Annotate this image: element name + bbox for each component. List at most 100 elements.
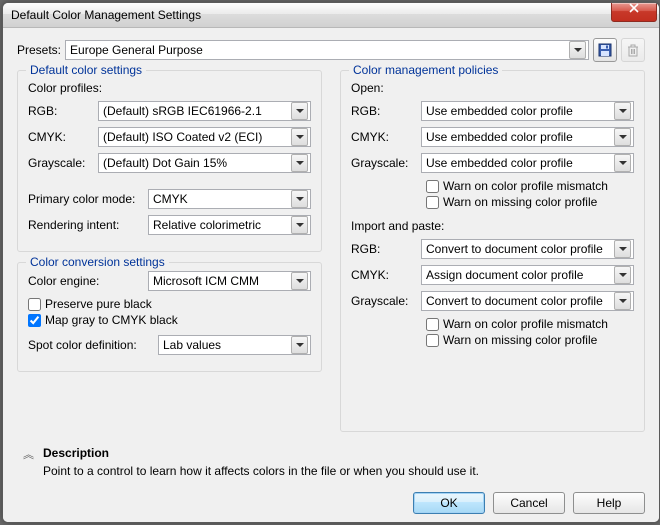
map-gray-label: Map gray to CMYK black xyxy=(45,313,178,327)
chevron-down-icon xyxy=(291,272,308,290)
cancel-button[interactable]: Cancel xyxy=(493,492,565,514)
rendering-intent-label: Rendering intent: xyxy=(28,218,148,232)
import-rgb-combo[interactable]: Convert to document color profile xyxy=(421,239,634,259)
open-warn-mismatch-checkbox[interactable] xyxy=(426,180,439,193)
chevron-down-icon xyxy=(614,266,631,284)
open-grayscale-label: Grayscale: xyxy=(351,156,421,170)
group-legend: Color management policies xyxy=(349,63,502,77)
group-legend: Default color settings xyxy=(26,63,146,77)
import-grayscale-combo[interactable]: Convert to document color profile xyxy=(421,291,634,311)
floppy-disk-icon xyxy=(598,43,612,57)
right-column: Color management policies Open: RGB: Use… xyxy=(340,70,645,442)
dialog-window: Default Color Management Settings Preset… xyxy=(2,2,660,523)
open-head: Open: xyxy=(351,81,634,95)
map-gray-row: Map gray to CMYK black xyxy=(28,313,311,327)
description-title: Description xyxy=(43,446,633,460)
chevron-down-icon xyxy=(291,216,308,234)
import-warn-missing-label: Warn on missing color profile xyxy=(443,333,597,347)
chevron-down-icon xyxy=(614,154,631,172)
presets-label: Presets: xyxy=(17,43,61,57)
default-color-settings-group: Default color settings Color profiles: R… xyxy=(17,70,322,252)
chevron-down-icon xyxy=(614,102,631,120)
chevron-down-icon xyxy=(291,336,308,354)
import-warn-missing-row: Warn on missing color profile xyxy=(426,333,634,347)
chevron-down-icon xyxy=(291,128,308,146)
open-warn-missing-checkbox[interactable] xyxy=(426,196,439,209)
import-grayscale-label: Grayscale: xyxy=(351,294,421,308)
open-grayscale-combo[interactable]: Use embedded color profile xyxy=(421,153,634,173)
grayscale-profile-combo[interactable]: (Default) Dot Gain 15% xyxy=(98,153,311,173)
dialog-client: Presets: Europe General Purpose xyxy=(3,28,659,522)
collapse-icon[interactable]: ︽ xyxy=(23,446,34,462)
cmyk-profile-combo[interactable]: (Default) ISO Coated v2 (ECI) xyxy=(98,127,311,147)
cmyk-label: CMYK: xyxy=(28,130,98,144)
color-conversion-group: Color conversion settings Color engine: … xyxy=(17,262,322,372)
open-rgb-label: RGB: xyxy=(351,104,421,118)
rgb-profile-combo[interactable]: (Default) sRGB IEC61966-2.1 xyxy=(98,101,311,121)
titlebar: Default Color Management Settings xyxy=(3,3,659,28)
color-engine-row: Color engine: Microsoft ICM CMM xyxy=(28,271,311,291)
open-grayscale-row: Grayscale: Use embedded color profile xyxy=(351,153,634,173)
spot-color-combo[interactable]: Lab values xyxy=(158,335,311,355)
cmyk-profile-row: CMYK: (Default) ISO Coated v2 (ECI) xyxy=(28,127,311,147)
color-engine-combo[interactable]: Microsoft ICM CMM xyxy=(148,271,311,291)
import-cmyk-row: CMYK: Assign document color profile xyxy=(351,265,634,285)
left-column: Default color settings Color profiles: R… xyxy=(17,70,322,442)
group-legend: Color conversion settings xyxy=(26,255,169,269)
presets-value: Europe General Purpose xyxy=(70,43,569,57)
trash-icon xyxy=(627,43,639,57)
spot-color-label: Spot color definition: xyxy=(28,338,158,352)
delete-preset-button xyxy=(621,38,645,62)
import-warn-missing-checkbox[interactable] xyxy=(426,334,439,347)
open-rgb-combo[interactable]: Use embedded color profile xyxy=(421,101,634,121)
open-cmyk-row: CMYK: Use embedded color profile xyxy=(351,127,634,147)
save-preset-button[interactable] xyxy=(593,38,617,62)
rendering-intent-combo[interactable]: Relative colorimetric xyxy=(148,215,311,235)
spot-color-row: Spot color definition: Lab values xyxy=(28,335,311,355)
chevron-down-icon xyxy=(291,190,308,208)
grayscale-label: Grayscale: xyxy=(28,156,98,170)
columns: Default color settings Color profiles: R… xyxy=(17,70,645,442)
open-rgb-row: RGB: Use embedded color profile xyxy=(351,101,634,121)
import-grayscale-row: Grayscale: Convert to document color pro… xyxy=(351,291,634,311)
preserve-black-row: Preserve pure black xyxy=(28,297,311,311)
open-cmyk-combo[interactable]: Use embedded color profile xyxy=(421,127,634,147)
open-cmyk-label: CMYK: xyxy=(351,130,421,144)
close-button[interactable] xyxy=(611,2,657,22)
chevron-down-icon xyxy=(614,240,631,258)
import-cmyk-combo[interactable]: Assign document color profile xyxy=(421,265,634,285)
policies-group: Color management policies Open: RGB: Use… xyxy=(340,70,645,432)
import-warn-mismatch-label: Warn on color profile mismatch xyxy=(443,317,608,331)
primary-mode-label: Primary color mode: xyxy=(28,192,148,206)
open-warn-missing-row: Warn on missing color profile xyxy=(426,195,634,209)
ok-button[interactable]: OK xyxy=(413,492,485,514)
import-rgb-row: RGB: Convert to document color profile xyxy=(351,239,634,259)
preserve-black-checkbox[interactable] xyxy=(28,298,41,311)
chevron-down-icon xyxy=(569,41,586,59)
primary-mode-row: Primary color mode: CMYK xyxy=(28,189,311,209)
button-row: OK Cancel Help xyxy=(17,482,645,514)
close-icon xyxy=(628,3,640,13)
help-button[interactable]: Help xyxy=(573,492,645,514)
grayscale-profile-row: Grayscale: (Default) Dot Gain 15% xyxy=(28,153,311,173)
import-warn-mismatch-checkbox[interactable] xyxy=(426,318,439,331)
open-warn-mismatch-row: Warn on color profile mismatch xyxy=(426,179,634,193)
description-block: ︽ Description Point to a control to lear… xyxy=(17,444,645,482)
rgb-label: RGB: xyxy=(28,104,98,118)
open-warn-mismatch-label: Warn on color profile mismatch xyxy=(443,179,608,193)
map-gray-checkbox[interactable] xyxy=(28,314,41,327)
presets-row: Presets: Europe General Purpose xyxy=(17,38,645,62)
import-head: Import and paste: xyxy=(351,219,634,233)
description-text: Point to a control to learn how it affec… xyxy=(43,464,633,478)
chevron-down-icon xyxy=(291,154,308,172)
chevron-down-icon xyxy=(614,292,631,310)
rendering-intent-row: Rendering intent: Relative colorimetric xyxy=(28,215,311,235)
import-cmyk-label: CMYK: xyxy=(351,268,421,282)
preserve-black-label: Preserve pure black xyxy=(45,297,152,311)
import-warn-mismatch-row: Warn on color profile mismatch xyxy=(426,317,634,331)
window-title: Default Color Management Settings xyxy=(11,8,611,22)
color-engine-label: Color engine: xyxy=(28,274,148,288)
primary-mode-combo[interactable]: CMYK xyxy=(148,189,311,209)
presets-combo[interactable]: Europe General Purpose xyxy=(65,40,589,60)
open-warn-missing-label: Warn on missing color profile xyxy=(443,195,597,209)
